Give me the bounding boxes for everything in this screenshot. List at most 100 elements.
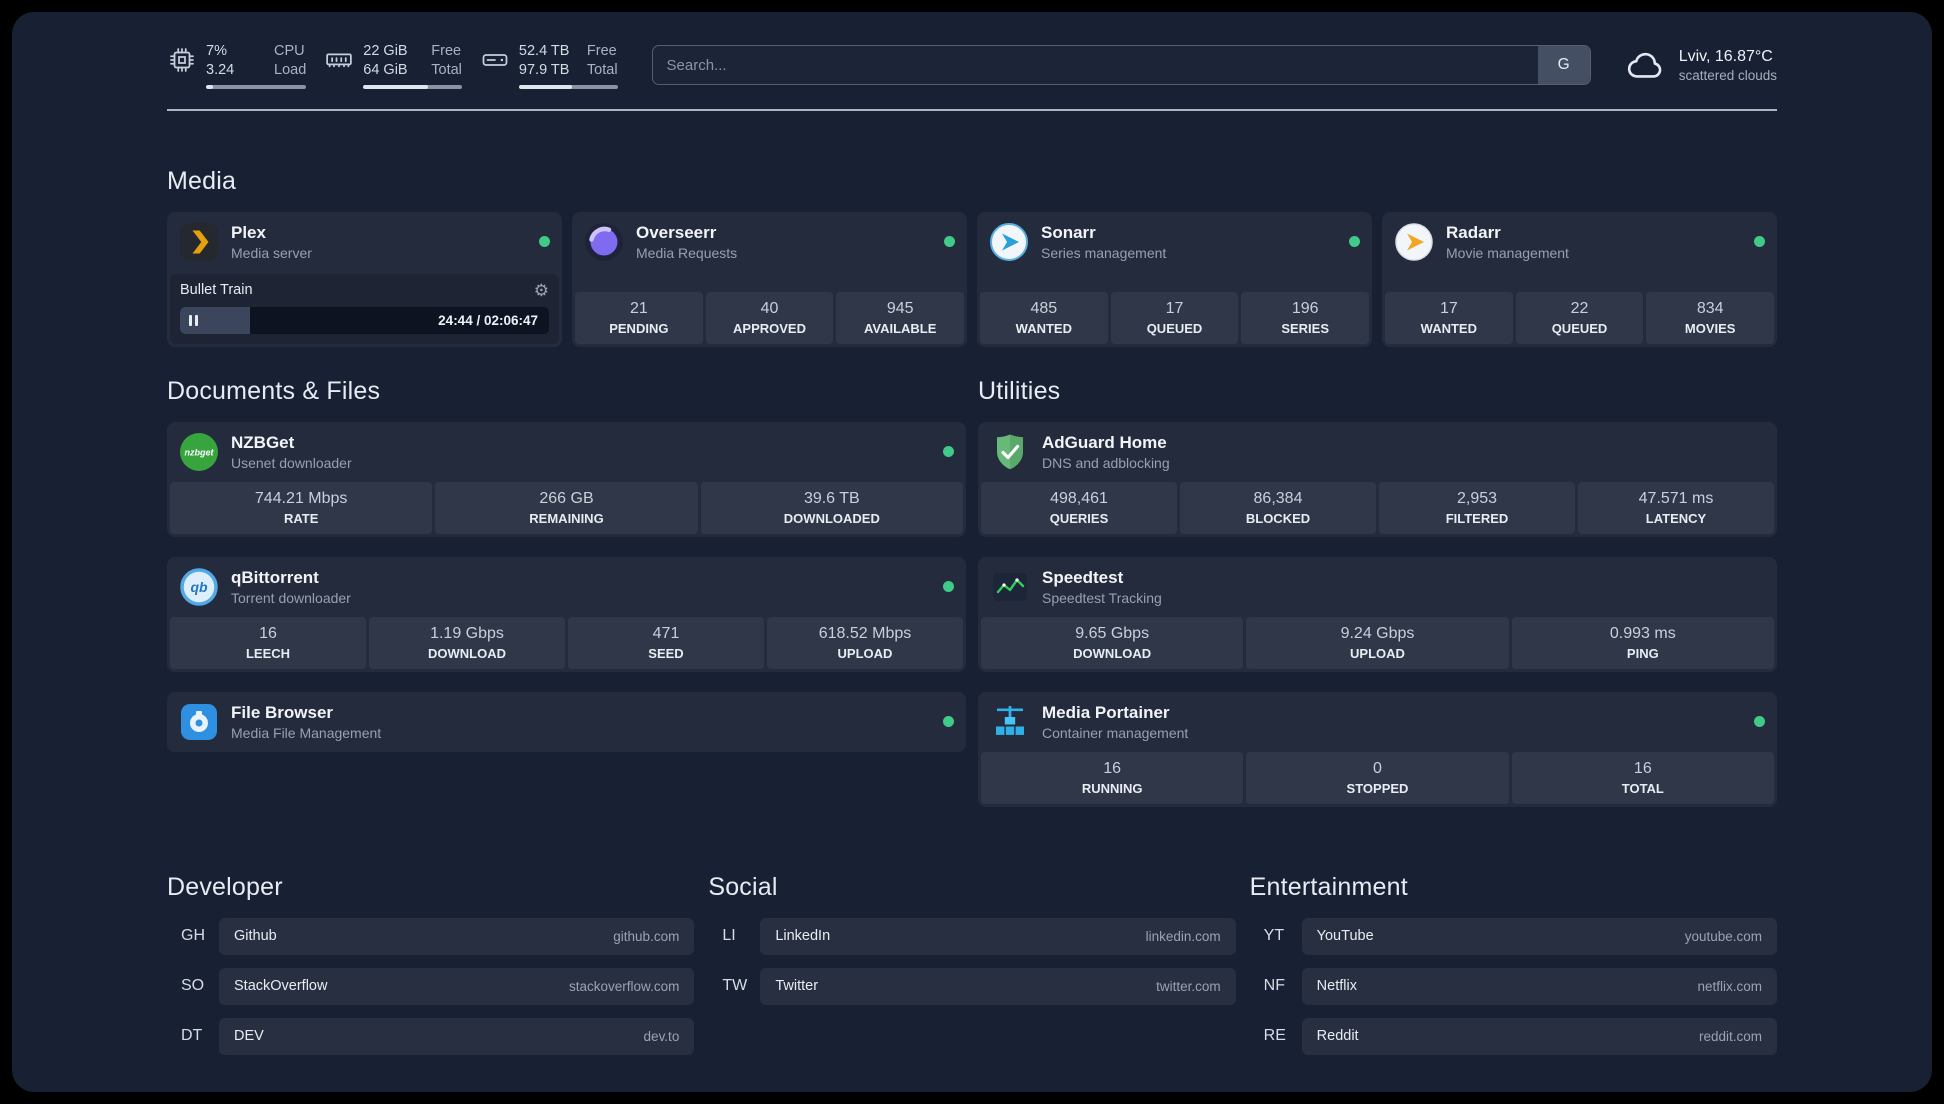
bookmark-name: Twitter bbox=[775, 978, 819, 995]
bookmark-name: DEV bbox=[234, 1028, 264, 1045]
bookmark-abbr: DT bbox=[181, 1027, 203, 1045]
service-name: NZBGet bbox=[231, 432, 295, 452]
stat-value: 40 bbox=[760, 299, 779, 317]
gear-icon[interactable]: ⚙ bbox=[534, 282, 549, 299]
stat-value: 618.52 Mbps bbox=[818, 624, 912, 642]
stat-label: MOVIES bbox=[1684, 320, 1736, 336]
bookmark-row: DT DEV dev.to bbox=[167, 1017, 695, 1055]
stat-block: 485 WANTED bbox=[980, 291, 1108, 344]
stat-block: 471 SEED bbox=[568, 616, 764, 669]
stat-label: DOWNLOAD bbox=[428, 645, 506, 661]
stat-label: PING bbox=[1626, 645, 1659, 661]
bookmark-url: twitter.com bbox=[1156, 978, 1221, 994]
stat-value: 498,461 bbox=[1050, 489, 1108, 507]
speedtest-icon bbox=[990, 567, 1030, 607]
status-dot bbox=[1754, 236, 1765, 248]
service-card-portainer[interactable]: Media Portainer Container management 16 … bbox=[978, 691, 1777, 807]
service-card-overseerr[interactable]: Overseerr Media Requests 21 PENDING 40 A… bbox=[572, 211, 967, 347]
stat-block: 9.24 Gbps UPLOAD bbox=[1246, 616, 1509, 669]
service-card-plex[interactable]: Plex Media server Bullet Train ⚙ 24:44 /… bbox=[167, 211, 562, 347]
weather-condition: scattered clouds bbox=[1678, 67, 1777, 83]
group-title-utilities: Utilities bbox=[978, 376, 1061, 405]
stat-value: 21 bbox=[629, 299, 648, 317]
group-title-entertainment: Entertainment bbox=[1249, 872, 1408, 901]
stat-block: 1.19 Gbps DOWNLOAD bbox=[369, 616, 565, 669]
bookmark-row: RE Reddit reddit.com bbox=[1250, 1017, 1777, 1055]
group-title-documents: Documents & Files bbox=[167, 376, 381, 405]
service-name: Overseerr bbox=[636, 222, 717, 242]
bookmark-youtube[interactable]: YouTube youtube.com bbox=[1301, 917, 1777, 955]
stat-label: STOPPED bbox=[1346, 780, 1409, 796]
bookmark-reddit[interactable]: Reddit reddit.com bbox=[1301, 1017, 1777, 1055]
status-dot bbox=[943, 581, 954, 593]
stat-block: 17 WANTED bbox=[1385, 291, 1513, 344]
service-card-qbittorrent[interactable]: qb qBittorrent Torrent downloader 16 LEE… bbox=[167, 556, 966, 672]
bookmark-github[interactable]: Github github.com bbox=[219, 917, 695, 955]
stat-block: 0 STOPPED bbox=[1246, 751, 1509, 804]
svg-text:qb: qb bbox=[190, 579, 208, 595]
stat-value: 22 bbox=[1570, 299, 1589, 317]
stat-value: 945 bbox=[886, 299, 914, 317]
bookmark-row: YT YouTube youtube.com bbox=[1250, 917, 1777, 955]
bookmark-twitter[interactable]: Twitter twitter.com bbox=[760, 967, 1236, 1005]
stat-block: 86,384 BLOCKED bbox=[1180, 481, 1376, 534]
radarr-icon bbox=[1394, 222, 1434, 262]
bookmark-dev[interactable]: DEV dev.to bbox=[219, 1017, 695, 1055]
service-subtitle: DNS and adblocking bbox=[1042, 454, 1170, 471]
bookmark-linkedin[interactable]: LinkedIn linkedin.com bbox=[760, 917, 1236, 955]
disk-free-value: 52.4 TB bbox=[518, 43, 570, 59]
plex-icon bbox=[179, 222, 219, 262]
dashboard: 7% 3.24 CPU Load 22 GiB 64 GiB Free Tota… bbox=[12, 12, 1932, 1092]
service-subtitle: Container management bbox=[1042, 724, 1189, 741]
bookmark-row: GH Github github.com bbox=[167, 917, 695, 955]
status-dot bbox=[943, 716, 954, 728]
stat-block: 196 SERIES bbox=[1241, 291, 1370, 344]
stat-value: 0.993 ms bbox=[1609, 624, 1676, 642]
weather-location: Lviv, 16.87°C bbox=[1678, 47, 1773, 65]
service-card-sonarr[interactable]: Sonarr Series management 485 WANTED 17 Q… bbox=[977, 211, 1372, 347]
service-card-nzbget[interactable]: nzbget NZBGet Usenet downloader 744.21 M… bbox=[167, 421, 966, 537]
bookmark-stackoverflow[interactable]: StackOverflow stackoverflow.com bbox=[219, 967, 695, 1005]
memory-total-value: 64 GiB bbox=[363, 61, 408, 78]
service-subtitle: Media File Management bbox=[231, 724, 382, 741]
stat-block: 618.52 Mbps UPLOAD bbox=[767, 616, 963, 669]
pause-icon[interactable] bbox=[189, 314, 192, 326]
bookmark-abbr: TW bbox=[722, 977, 748, 995]
stat-value: 9.65 Gbps bbox=[1075, 624, 1150, 642]
bookmark-netflix[interactable]: Netflix netflix.com bbox=[1301, 967, 1777, 1005]
stat-block: 2,953 FILTERED bbox=[1379, 481, 1575, 534]
stat-value: 485 bbox=[1030, 299, 1058, 317]
disk-progressbar bbox=[518, 84, 618, 89]
filebrowser-icon bbox=[179, 702, 219, 742]
service-card-speedtest[interactable]: Speedtest Speedtest Tracking 9.65 Gbps D… bbox=[978, 556, 1777, 672]
stat-label: DOWNLOADED bbox=[783, 510, 880, 526]
stat-label: FILTERED bbox=[1445, 510, 1509, 526]
search-provider-button[interactable]: G bbox=[1537, 46, 1590, 85]
now-playing-title: Bullet Train bbox=[180, 282, 253, 299]
stat-value: 834 bbox=[1696, 299, 1724, 317]
weather-widget: Lviv, 16.87°C scattered clouds bbox=[1625, 44, 1777, 86]
stat-label: RUNNING bbox=[1081, 780, 1143, 796]
service-card-adguard[interactable]: AdGuard Home DNS and adblocking 498,461 … bbox=[978, 421, 1777, 537]
service-subtitle: Media server bbox=[231, 244, 312, 261]
cpu-icon bbox=[167, 45, 197, 75]
bookmark-url: stackoverflow.com bbox=[569, 978, 680, 994]
pause-icon[interactable] bbox=[195, 314, 198, 326]
bookmark-abbr: NF bbox=[1263, 977, 1285, 995]
qbittorrent-icon: qb bbox=[179, 567, 219, 607]
service-card-filebrowser[interactable]: File Browser Media File Management bbox=[167, 691, 966, 752]
cpu-usage-label: CPU bbox=[274, 43, 305, 59]
playback-progressbar[interactable]: 24:44 / 02:06:47 bbox=[180, 306, 549, 334]
stat-label: TOTAL bbox=[1621, 780, 1664, 796]
status-dot bbox=[943, 446, 954, 458]
status-dot bbox=[1754, 716, 1765, 728]
nzbget-icon: nzbget bbox=[179, 432, 219, 472]
stat-label: UPLOAD bbox=[837, 645, 893, 661]
bookmark-name: StackOverflow bbox=[234, 978, 328, 995]
service-name: qBittorrent bbox=[231, 567, 319, 587]
service-card-radarr[interactable]: Radarr Movie management 17 WANTED 22 QUE… bbox=[1382, 211, 1777, 347]
service-subtitle: Speedtest Tracking bbox=[1042, 589, 1162, 606]
service-subtitle: Torrent downloader bbox=[231, 589, 351, 606]
search-input[interactable] bbox=[652, 46, 1538, 85]
search-bar: G bbox=[651, 45, 1591, 86]
